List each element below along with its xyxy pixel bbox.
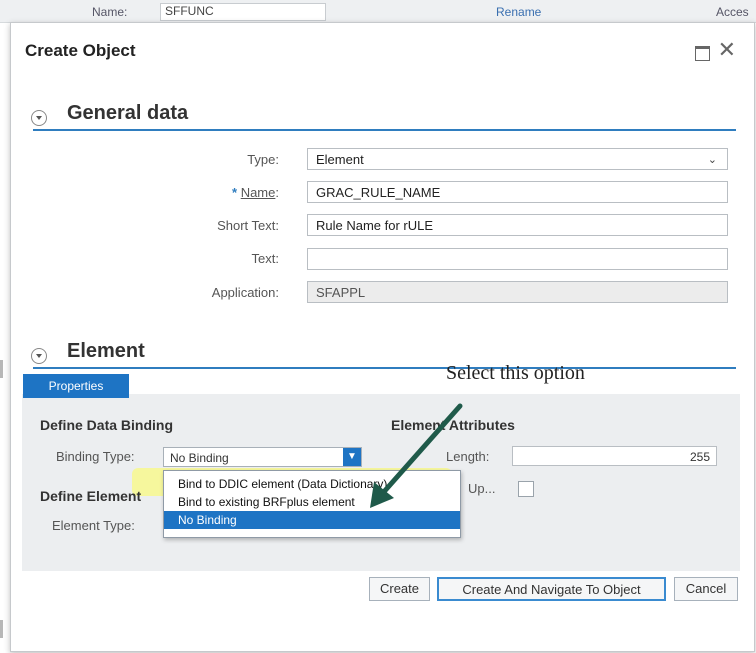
type-select[interactable]: Element ⌄ bbox=[307, 148, 728, 170]
length-input[interactable]: 255 bbox=[512, 446, 717, 466]
element-section-title: Element bbox=[67, 340, 145, 362]
binding-type-label: Binding Type: bbox=[56, 449, 135, 464]
maximize-icon[interactable] bbox=[695, 46, 710, 61]
background-name-label: Name: bbox=[92, 5, 128, 19]
create-button[interactable]: Create bbox=[369, 577, 430, 601]
general-section-title: General data bbox=[67, 102, 189, 124]
name-input[interactable]: GRAC_RULE_NAME bbox=[307, 181, 728, 203]
type-label: Type: bbox=[247, 152, 279, 167]
application-label: Application: bbox=[211, 285, 279, 300]
chevron-down-icon: ⌄ bbox=[707, 154, 717, 166]
define-data-binding-title: Define Data Binding bbox=[40, 417, 174, 433]
short-text-input[interactable]: Rule Name for rULE bbox=[307, 214, 728, 236]
text-label: Text: bbox=[251, 251, 279, 266]
close-icon[interactable]: ✕ bbox=[718, 39, 736, 61]
collapse-element-icon[interactable] bbox=[31, 348, 47, 364]
element-section-divider bbox=[33, 367, 736, 369]
annotation-text: Select this option bbox=[446, 362, 585, 384]
required-marker: * bbox=[232, 185, 238, 200]
create-and-navigate-button[interactable]: Create And Navigate To Object bbox=[437, 577, 666, 601]
name-label-text: Name bbox=[240, 185, 276, 200]
annotation-arrow-icon bbox=[370, 403, 463, 508]
type-value: Element bbox=[316, 152, 364, 167]
binding-type-value: No Binding bbox=[170, 451, 229, 465]
background-edge-mark bbox=[0, 620, 3, 638]
element-type-label: Element Type: bbox=[52, 518, 135, 533]
collapse-general-icon[interactable] bbox=[31, 110, 47, 126]
background-rename-link[interactable]: Rename bbox=[496, 5, 541, 19]
dropdown-arrow-icon[interactable]: ▼ bbox=[343, 448, 361, 466]
cancel-button[interactable]: Cancel bbox=[674, 577, 738, 601]
text-input[interactable] bbox=[307, 248, 728, 270]
tab-properties[interactable]: Properties bbox=[23, 374, 129, 398]
define-element-title: Define Element bbox=[40, 488, 142, 504]
background-toolbar: Name: SFFUNC Rename Acces bbox=[0, 0, 756, 23]
background-edge-mark bbox=[0, 360, 3, 378]
name-label: * Name: bbox=[232, 185, 279, 200]
general-section-divider bbox=[33, 129, 736, 131]
dialog-title: Create Object bbox=[25, 41, 136, 60]
lookup-checkbox[interactable] bbox=[518, 481, 534, 497]
binding-type-select[interactable]: No Binding ▼ bbox=[163, 447, 362, 467]
short-text-label: Short Text: bbox=[217, 218, 279, 233]
background-name-field[interactable]: SFFUNC bbox=[160, 3, 326, 21]
application-input: SFAPPL bbox=[307, 281, 728, 303]
background-access-text: Acces bbox=[716, 5, 749, 19]
